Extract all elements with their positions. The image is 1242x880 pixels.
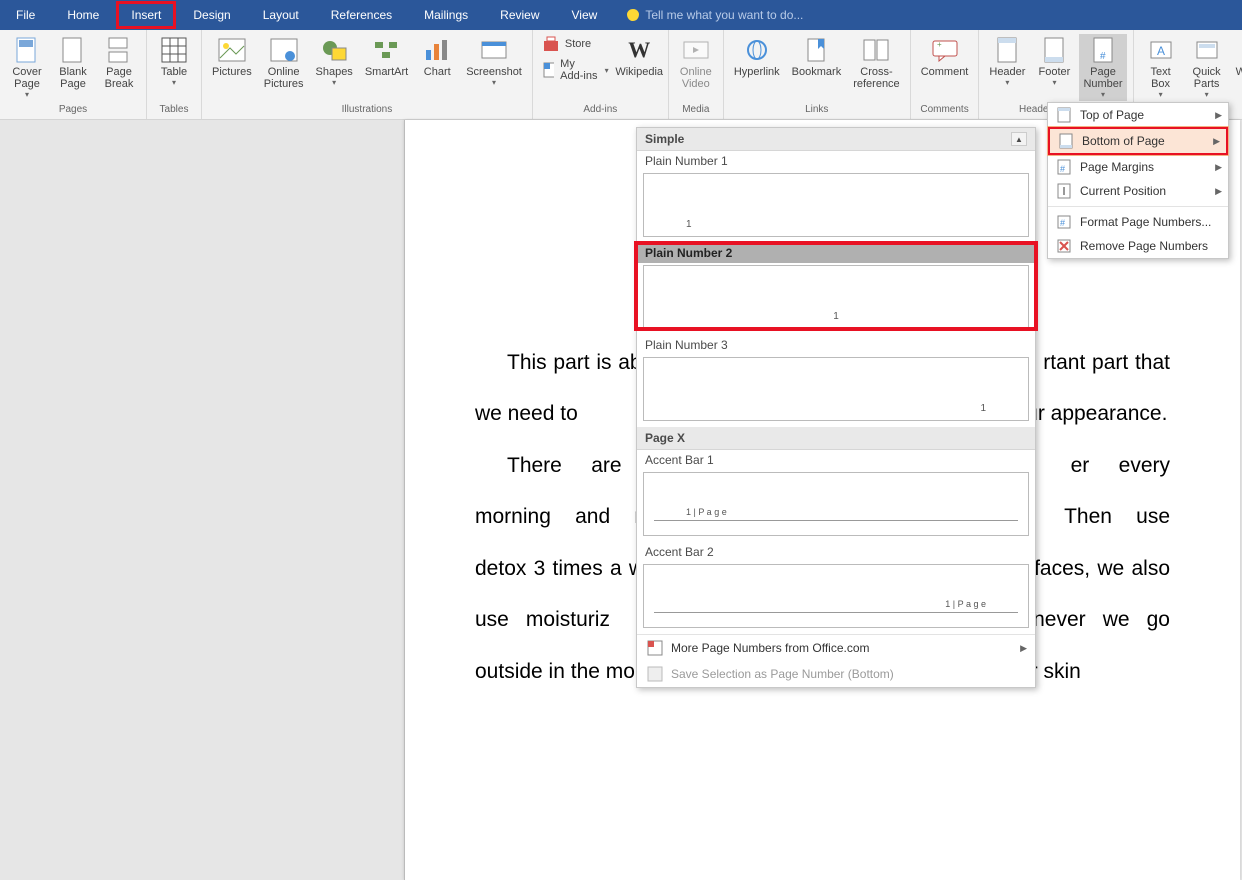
svg-text:#: # — [1100, 51, 1106, 62]
save-selection: Save Selection as Page Number (Bottom) — [637, 661, 1035, 687]
gallery-item-plain2[interactable]: Plain Number 2 1 — [637, 243, 1035, 329]
smartart-button[interactable]: SmartArt — [361, 34, 412, 80]
gallery-item-accent1[interactable]: Accent Bar 1 1 | P a g e — [637, 450, 1035, 536]
tell-me-search[interactable]: Tell me what you want to do... — [613, 0, 803, 30]
menu-top-of-page[interactable]: Top of Page▶ — [1048, 103, 1228, 127]
hyperlink-button[interactable]: Hyperlink — [730, 34, 784, 80]
page-margins-icon: # — [1056, 159, 1072, 175]
store-icon — [543, 36, 559, 52]
group-illustrations-label: Illustrations — [208, 104, 526, 117]
office-icon — [647, 640, 663, 656]
group-tables-label: Tables — [153, 104, 195, 117]
online-video-button[interactable]: OnlineVideo — [675, 34, 717, 92]
header-button[interactable]: Header▾ — [985, 34, 1029, 89]
tab-design[interactable]: Design — [177, 0, 246, 30]
group-comments-label: Comments — [917, 104, 973, 117]
menu-format-page-numbers[interactable]: #Format Page Numbers... — [1048, 210, 1228, 234]
page-break-button[interactable]: PageBreak — [98, 34, 140, 92]
online-pictures-button[interactable]: OnlinePictures — [260, 34, 308, 92]
tab-file[interactable]: File — [0, 0, 51, 30]
menu-bottom-of-page[interactable]: Bottom of Page▶ — [1048, 127, 1228, 155]
svg-text:#: # — [1060, 218, 1065, 228]
menu-current-position[interactable]: Current Position▶ — [1048, 179, 1228, 203]
page-top-icon — [1056, 107, 1072, 123]
tab-home[interactable]: Home — [51, 0, 115, 30]
preview-accent2: 1 | P a g e — [643, 564, 1029, 628]
group-illustrations: Pictures OnlinePictures Shapes▾ SmartArt… — [202, 30, 533, 119]
wikipedia-icon: W — [628, 37, 650, 63]
tab-references[interactable]: References — [315, 0, 408, 30]
my-addins-button[interactable]: My Add-ins ▾ — [539, 56, 613, 84]
ribbon-tabs: File Home Insert Design Layout Reference… — [0, 0, 1242, 30]
group-addins-label: Add-ins — [539, 104, 662, 117]
group-pages-label: Pages — [6, 104, 140, 117]
addins-icon — [543, 62, 554, 78]
gallery-header-pagex: Page X — [637, 427, 1035, 450]
svg-text:A: A — [1157, 44, 1165, 58]
preview-plain3: 1 — [643, 357, 1029, 421]
group-links-label: Links — [730, 104, 904, 117]
bookmark-button[interactable]: Bookmark — [788, 34, 846, 80]
remove-icon — [1056, 238, 1072, 254]
quick-parts-button[interactable]: QuickParts▾ — [1186, 34, 1228, 101]
tell-me-label: Tell me what you want to do... — [645, 8, 803, 22]
format-icon: # — [1056, 214, 1072, 230]
preview-plain1: 1 — [643, 173, 1029, 237]
gallery-item-plain1[interactable]: Plain Number 1 1 — [637, 151, 1035, 237]
group-addins: Store My Add-ins ▾ WWikipedia Add-ins — [533, 30, 669, 119]
group-media-label: Media — [675, 104, 717, 117]
tab-insert[interactable]: Insert — [116, 1, 176, 29]
cross-reference-button[interactable]: Cross-reference — [849, 34, 903, 92]
tab-layout[interactable]: Layout — [247, 0, 315, 30]
wordart-button[interactable]: AWordArt▾ — [1232, 34, 1242, 89]
page-bottom-icon — [1058, 133, 1074, 149]
table-button[interactable]: Table▾ — [153, 34, 195, 89]
blank-page-button[interactable]: BlankPage — [52, 34, 94, 92]
store-button[interactable]: Store — [539, 34, 613, 54]
svg-text:#: # — [1060, 164, 1065, 174]
gallery-item-plain3[interactable]: Plain Number 3 1 — [637, 335, 1035, 421]
menu-remove-page-numbers[interactable]: Remove Page Numbers — [1048, 234, 1228, 258]
tab-review[interactable]: Review — [484, 0, 555, 30]
cover-page-button[interactable]: CoverPage▾ — [6, 34, 48, 101]
more-from-office[interactable]: More Page Numbers from Office.com▶ — [637, 635, 1035, 661]
gallery-item-accent2[interactable]: Accent Bar 2 1 | P a g e — [637, 542, 1035, 628]
pictures-button[interactable]: Pictures — [208, 34, 256, 80]
group-media: OnlineVideo Media — [669, 30, 724, 119]
current-position-icon — [1056, 183, 1072, 199]
page-number-button[interactable]: #PageNumber▾ — [1079, 34, 1126, 101]
shapes-button[interactable]: Shapes▾ — [312, 34, 357, 89]
tab-view[interactable]: View — [556, 0, 614, 30]
menu-page-margins[interactable]: #Page Margins▶ — [1048, 155, 1228, 179]
preview-plain2: 1 — [643, 265, 1029, 329]
wikipedia-button[interactable]: WWikipedia — [617, 34, 662, 80]
group-links: Hyperlink Bookmark Cross-reference Links — [724, 30, 911, 119]
group-tables: Table▾ Tables — [147, 30, 202, 119]
preview-accent1: 1 | P a g e — [643, 472, 1029, 536]
scroll-up-button[interactable]: ▲ — [1011, 132, 1027, 146]
text-box-button[interactable]: ATextBox▾ — [1140, 34, 1182, 101]
tab-mailings[interactable]: Mailings — [408, 0, 484, 30]
group-pages: CoverPage▾ BlankPage PageBreak Pages — [0, 30, 147, 119]
page-number-gallery: Simple▲ Plain Number 1 1 Plain Number 2 … — [636, 127, 1036, 688]
page-number-menu: Top of Page▶ Bottom of Page▶ #Page Margi… — [1047, 102, 1229, 259]
chart-button[interactable]: Chart — [416, 34, 458, 80]
svg-text:+: + — [937, 40, 942, 49]
footer-button[interactable]: Footer▾ — [1033, 34, 1075, 89]
group-comments: +Comment Comments — [911, 30, 980, 119]
gallery-header-simple: Simple▲ — [637, 128, 1035, 151]
save-icon — [647, 666, 663, 682]
comment-button[interactable]: +Comment — [917, 34, 973, 80]
screenshot-button[interactable]: Screenshot▾ — [462, 34, 526, 89]
bulb-icon — [627, 9, 639, 21]
